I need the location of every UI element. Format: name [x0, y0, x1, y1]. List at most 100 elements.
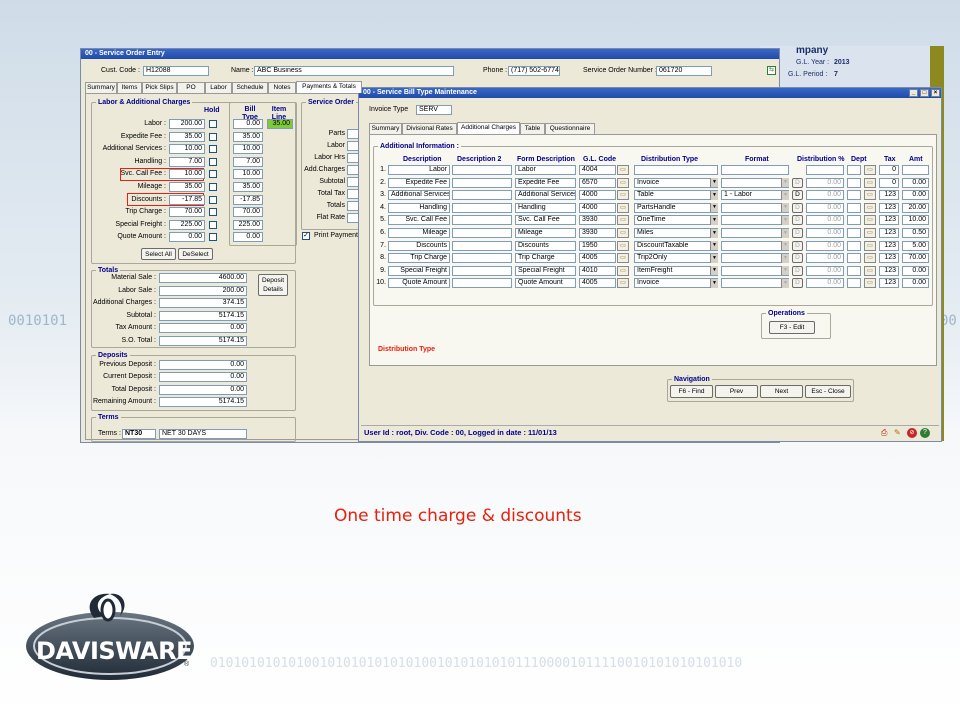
charge-value-field[interactable]: 35.00: [169, 182, 205, 192]
gl-code-field[interactable]: 4005: [579, 253, 616, 264]
bill-tab-divisional-rates[interactable]: Divisional Rates: [402, 123, 457, 134]
description-field[interactable]: Additional Services: [388, 190, 450, 201]
chevron-down-icon[interactable]: ▼: [710, 253, 718, 263]
gl-lookup-icon[interactable]: ▭: [617, 202, 629, 213]
d-button[interactable]: D: [792, 265, 803, 276]
select-all-button[interactable]: Select All: [141, 248, 176, 260]
hold-checkbox[interactable]: [209, 208, 217, 217]
d-button[interactable]: D: [792, 228, 803, 238]
description-2-field[interactable]: [452, 278, 512, 289]
bill-type-field[interactable]: 10.00: [233, 144, 263, 155]
description-field[interactable]: Mileage: [388, 228, 450, 238]
distribution-type-select[interactable]: Invoice: [634, 177, 718, 188]
distribution-pct-field[interactable]: 0.00: [806, 265, 844, 276]
gl-code-field[interactable]: 4000: [579, 190, 616, 201]
hold-checkbox[interactable]: [209, 183, 217, 191]
deselect-button[interactable]: DeSelect: [178, 248, 213, 260]
hold-checkbox[interactable]: [209, 157, 217, 166]
print-icon[interactable]: ⎙: [881, 428, 891, 438]
form-description-field[interactable]: Trip Charge: [515, 253, 576, 264]
form-description-field[interactable]: Discounts: [515, 240, 576, 251]
charge-value-field[interactable]: 0.00: [169, 232, 205, 243]
tab-items[interactable]: Items: [117, 82, 142, 93]
chevron-down-icon[interactable]: ▼: [710, 241, 718, 251]
distribution-pct-field[interactable]: 0.00: [806, 190, 844, 201]
bill-tab-questionnaire[interactable]: Questionnaire: [545, 123, 595, 134]
description-field[interactable]: Svc. Call Fee: [388, 215, 450, 226]
description-field[interactable]: Expedite Fee: [388, 177, 450, 188]
amt-field[interactable]: 0.00: [902, 190, 929, 201]
distribution-pct-field[interactable]: 0.00: [806, 177, 844, 188]
distribution-pct-field[interactable]: 0.00: [806, 215, 844, 226]
gl-code-field[interactable]: 1950: [579, 240, 616, 251]
format-select[interactable]: [721, 240, 789, 251]
chevron-down-icon[interactable]: ▼: [710, 203, 718, 213]
charge-value-field[interactable]: 7.00: [169, 156, 205, 167]
amt-field[interactable]: 0.50: [902, 228, 929, 238]
d-button[interactable]: D: [792, 190, 803, 201]
cust-code-field[interactable]: H12088: [143, 66, 209, 76]
gl-lookup-icon[interactable]: ▭: [617, 253, 629, 264]
charge-value-field[interactable]: -17.85: [169, 194, 205, 205]
tab-payments-totals[interactable]: Payments & Totals: [296, 81, 362, 93]
dept-field[interactable]: [847, 202, 861, 213]
distribution-type-select[interactable]: OneTime: [634, 215, 718, 226]
distribution-type-select[interactable]: [634, 165, 718, 175]
chevron-down-icon[interactable]: ▼: [781, 215, 789, 225]
distribution-type-select[interactable]: Miles: [634, 228, 718, 238]
bill-tab-summary[interactable]: Summary: [369, 123, 402, 134]
description-field[interactable]: Discounts: [388, 240, 450, 251]
amt-field[interactable]: [902, 165, 929, 175]
form-description-field[interactable]: Handling: [515, 202, 576, 213]
bill-type-field[interactable]: 35.00: [233, 182, 263, 192]
chevron-down-icon[interactable]: ▼: [781, 190, 789, 200]
dept-lookup-icon[interactable]: ▭: [864, 190, 876, 201]
gl-code-field[interactable]: 3930: [579, 215, 616, 226]
gl-code-field[interactable]: 6570: [579, 177, 616, 188]
gl-lookup-icon[interactable]: ▭: [617, 215, 629, 226]
dept-field[interactable]: [847, 253, 861, 264]
bill-tab-additional-charges[interactable]: Additional Charges: [457, 122, 520, 134]
tax-field[interactable]: 123: [879, 265, 899, 276]
bill-tab-table[interactable]: Table: [520, 123, 545, 134]
description-2-field[interactable]: [452, 202, 512, 213]
notes-icon[interactable]: ✎: [894, 428, 904, 438]
charge-value-field[interactable]: 10.00: [169, 169, 205, 180]
distribution-pct-field[interactable]: 0.00: [806, 240, 844, 251]
distribution-type-select[interactable]: Invoice: [634, 278, 718, 289]
description-field[interactable]: Labor: [388, 165, 450, 175]
form-description-field[interactable]: Svc. Call Fee: [515, 215, 576, 226]
print-payment-checkbox[interactable]: ✓: [302, 232, 310, 240]
bill-type-field[interactable]: 0.00: [233, 232, 263, 243]
distribution-pct-field[interactable]: 0.00: [806, 278, 844, 289]
bill-type-field[interactable]: 0.00: [233, 119, 263, 129]
distribution-pct-field[interactable]: 0.00: [806, 228, 844, 238]
tax-field[interactable]: 0: [879, 177, 899, 188]
d-button[interactable]: D: [792, 240, 803, 251]
distribution-type-select[interactable]: PartsHandle: [634, 202, 718, 213]
dept-lookup-icon[interactable]: ▭: [864, 265, 876, 276]
bill-type-field[interactable]: 35.00: [233, 131, 263, 142]
hold-checkbox[interactable]: [209, 233, 217, 242]
gl-lookup-icon[interactable]: ▭: [617, 177, 629, 188]
bill-type-field[interactable]: 10.00: [233, 169, 263, 180]
gl-lookup-icon[interactable]: ▭: [617, 265, 629, 276]
description-2-field[interactable]: [452, 228, 512, 238]
chevron-down-icon[interactable]: ▼: [781, 278, 789, 288]
dept-lookup-icon[interactable]: ▭: [864, 278, 876, 289]
tax-field[interactable]: 123: [879, 215, 899, 226]
format-select[interactable]: [721, 265, 789, 276]
amt-field[interactable]: 0.00: [902, 177, 929, 188]
gl-lookup-icon[interactable]: ▭: [617, 278, 629, 289]
terms-code-field[interactable]: NT30: [122, 429, 156, 439]
chevron-down-icon[interactable]: ▼: [781, 178, 789, 188]
gl-code-field[interactable]: 4010: [579, 265, 616, 276]
chevron-down-icon[interactable]: ▼: [710, 228, 718, 238]
format-select[interactable]: [721, 165, 789, 175]
description-2-field[interactable]: [452, 265, 512, 276]
gl-code-field[interactable]: 4004: [579, 165, 616, 175]
amt-field[interactable]: 0.00: [902, 265, 929, 276]
tax-field[interactable]: 123: [879, 202, 899, 213]
charge-value-field[interactable]: 225.00: [169, 219, 205, 230]
form-description-field[interactable]: Special Freight: [515, 265, 576, 276]
